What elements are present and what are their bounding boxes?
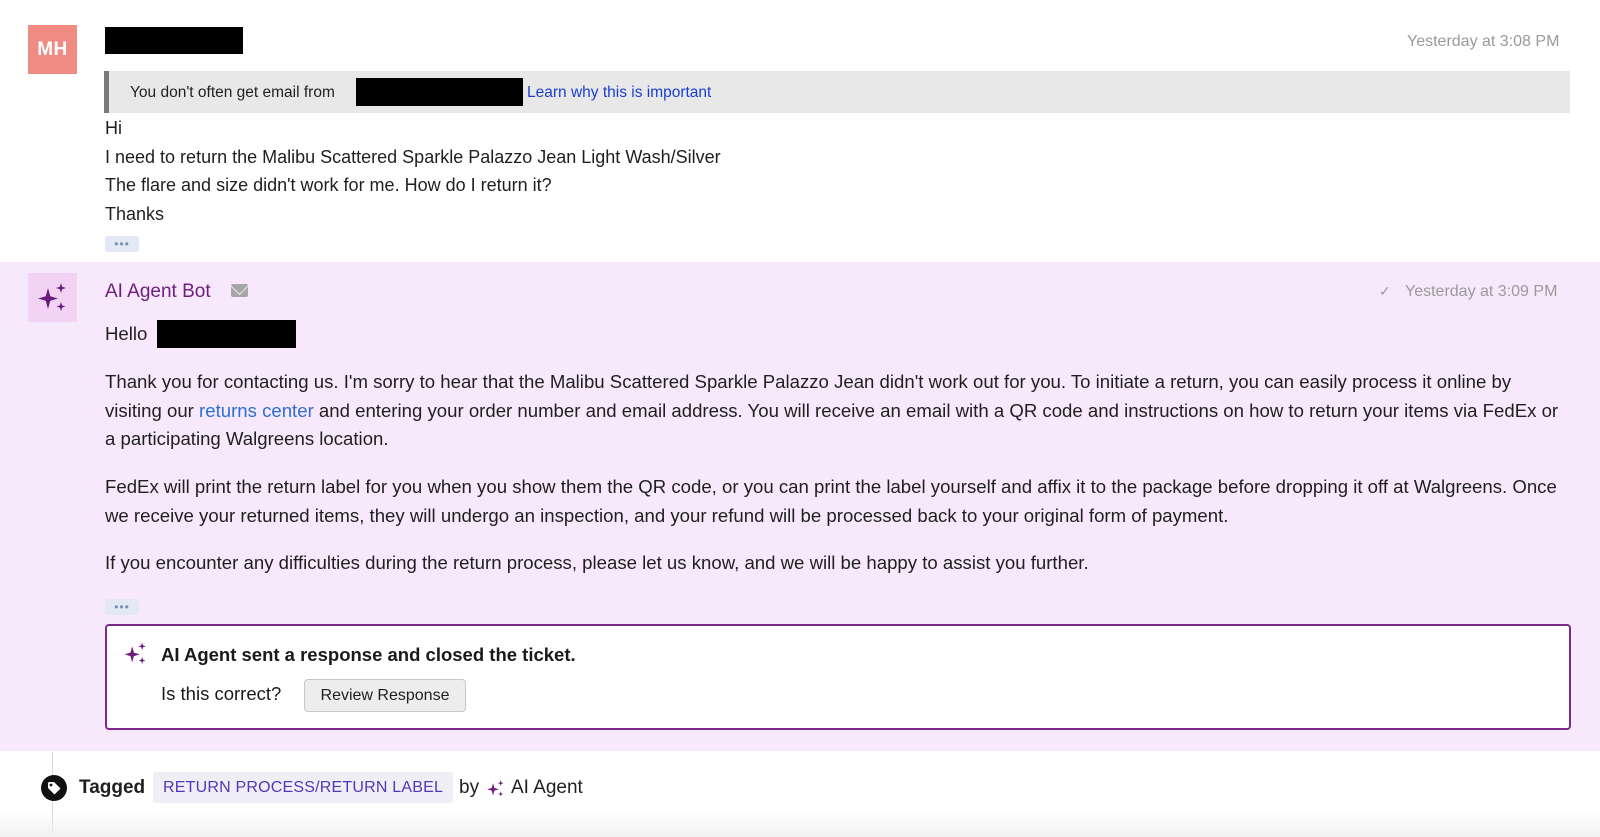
check-icon: ✓ <box>1379 283 1391 299</box>
message-line: Hi <box>105 118 122 138</box>
sparkle-icon <box>487 780 504 797</box>
tag-icon <box>41 775 67 801</box>
greeting-text: Hello <box>105 323 148 344</box>
paragraph: If you encounter any difficulties during… <box>105 552 1089 573</box>
sparkle-icon <box>124 642 146 664</box>
tag-actor: AI Agent <box>511 777 583 798</box>
returns-center-link[interactable]: returns center <box>199 400 314 421</box>
paragraph-text: and entering your order number and email… <box>105 399 1559 450</box>
show-more-button[interactable]: ••• <box>105 599 139 615</box>
by-label: by <box>459 777 480 798</box>
callout-question: Is this correct? <box>161 683 282 704</box>
customer-message: MH Yesterday at 3:08 PM You don't often … <box>0 0 1600 262</box>
greeting: Hello <box>105 320 1570 349</box>
avatar: MH <box>28 25 77 74</box>
paragraph: FedEx will print the return label for yo… <box>105 476 1557 526</box>
message-timestamp: Yesterday at 3:09 PM <box>1405 283 1558 300</box>
message-line: Thanks <box>105 204 165 224</box>
message-timestamp: Yesterday at 3:08 PM <box>1407 33 1560 50</box>
redacted-customer-name <box>157 320 296 348</box>
redacted-sender-name <box>105 27 243 54</box>
mail-icon <box>231 284 248 297</box>
show-more-button[interactable]: ••• <box>105 236 139 252</box>
sender-name[interactable]: AI Agent Bot <box>105 281 211 303</box>
notice-text: You don't often get email from <box>130 84 335 101</box>
redacted-sender-email <box>356 78 523 106</box>
bottom-fade <box>0 812 1600 837</box>
ai-agent-callout <box>105 624 1571 730</box>
message-line: I need to return the Malibu Scattered Sp… <box>105 147 721 167</box>
sparkle-icon <box>28 273 77 322</box>
tag-badge[interactable]: RETURN PROCESS/RETURN LABEL <box>153 772 454 803</box>
review-response-button[interactable]: Review Response <box>304 679 466 712</box>
tagged-label: Tagged <box>79 777 146 798</box>
paragraph: Thank you for contacting us. I'm sorry t… <box>105 368 1570 454</box>
message-line: The flare and size didn't work for me. H… <box>105 175 552 195</box>
callout-title: AI Agent sent a response and closed the … <box>161 644 576 665</box>
learn-why-link[interactable]: Learn why this is important <box>527 84 711 102</box>
